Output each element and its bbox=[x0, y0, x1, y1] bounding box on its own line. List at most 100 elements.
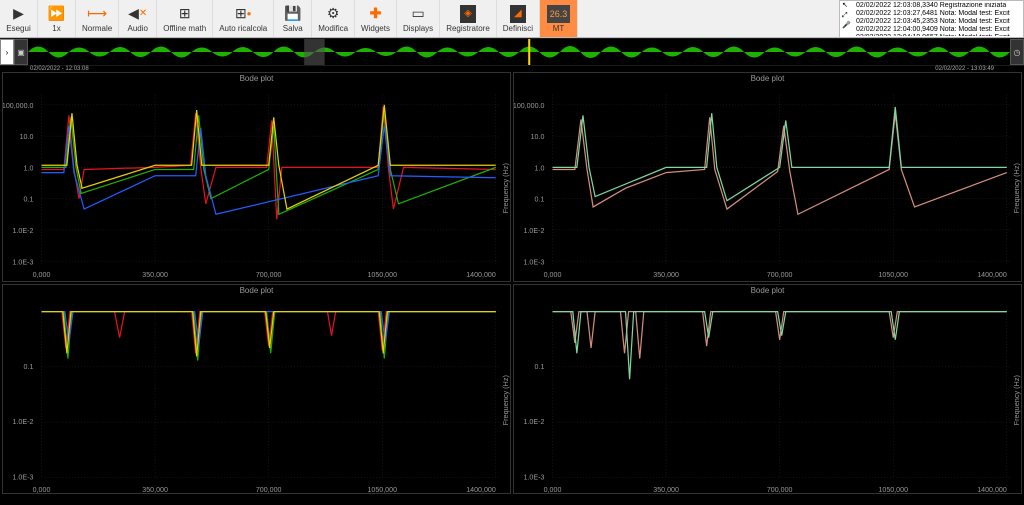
timeline-left-button[interactable]: › bbox=[0, 39, 14, 65]
log-line: 02/02/2022 12:03:08,3340 Registrazione i… bbox=[856, 2, 1021, 10]
gear2-icon: ⚙ bbox=[327, 5, 340, 23]
mic-icon: 🎤 bbox=[842, 22, 856, 30]
log-line: 02/02/2022 12:03:27,6481 Nota: Modal tes… bbox=[856, 10, 1021, 18]
recorder-label: Registratore bbox=[446, 24, 490, 33]
expand-icon: ⤢ bbox=[842, 12, 856, 20]
define-icon: ◢ bbox=[510, 5, 526, 23]
svg-text:1400,000: 1400,000 bbox=[977, 485, 1007, 494]
timeline-row: › ▣ ◷ bbox=[0, 38, 1024, 66]
svg-text:Frequency (Hz): Frequency (Hz) bbox=[1012, 375, 1021, 425]
normal-label: Normale bbox=[82, 24, 112, 33]
svg-text:Frequency (Hz): Frequency (Hz) bbox=[1012, 163, 1021, 213]
event-log-panel: ↖ ⤢ 🎤 02/02/2022 12:03:08,3340 Registraz… bbox=[839, 0, 1024, 38]
save-icon: 💾 bbox=[284, 5, 301, 23]
svg-text:700,000: 700,000 bbox=[767, 270, 793, 279]
svg-text:Frequency (Hz): Frequency (Hz) bbox=[501, 375, 510, 425]
recorder-button[interactable]: ◈ Registratore bbox=[440, 0, 497, 37]
fastforward-icon: ⏩ bbox=[48, 5, 65, 23]
bode-plot-bottom-left[interactable]: Bode plot 0.1 1.0E-2 1.0E-3 0,000 3 bbox=[2, 284, 511, 494]
svg-text:100,000.0: 100,000.0 bbox=[3, 101, 33, 110]
offline-math-button[interactable]: ⊞ Offline math bbox=[157, 0, 213, 37]
svg-text:0.1: 0.1 bbox=[24, 362, 34, 371]
cursor-icon: ↖ bbox=[842, 2, 856, 10]
svg-text:1.0E-2: 1.0E-2 bbox=[13, 417, 34, 426]
audio-button[interactable]: ◀✕ Audio bbox=[119, 0, 157, 37]
normal-button[interactable]: ⟼ Normale bbox=[76, 0, 119, 37]
save-label: Salva bbox=[283, 24, 303, 33]
gear-icon: ⊞● bbox=[235, 5, 252, 23]
svg-text:1.0E-2: 1.0E-2 bbox=[524, 226, 545, 235]
svg-text:0,000: 0,000 bbox=[33, 485, 51, 494]
bode-plot-top-right[interactable]: Bode plot 100,000.0 10.0 1.0 0.1 1.0E- bbox=[513, 72, 1022, 282]
svg-text:1050,000: 1050,000 bbox=[878, 270, 908, 279]
svg-text:100,000.0: 100,000.0 bbox=[514, 101, 544, 110]
define-button[interactable]: ◢ Definisci bbox=[497, 0, 540, 37]
auto-recalc-button[interactable]: ⊞● Auto ricalcola bbox=[213, 0, 274, 37]
svg-text:700,000: 700,000 bbox=[767, 485, 793, 494]
timeline-waveform[interactable] bbox=[28, 39, 1010, 65]
mute-icon: ◀✕ bbox=[128, 5, 147, 23]
recorder-icon: ◈ bbox=[460, 5, 476, 23]
svg-text:1400,000: 1400,000 bbox=[466, 485, 496, 494]
edit-label: Modifica bbox=[318, 24, 348, 33]
save-button[interactable]: 💾 Salva bbox=[274, 0, 312, 37]
svg-text:1.0E-2: 1.0E-2 bbox=[13, 226, 34, 235]
svg-text:1.0E-3: 1.0E-3 bbox=[524, 472, 545, 481]
bode-plot-top-left[interactable]: Bode plot 100,000.0 10.0 bbox=[2, 72, 511, 282]
plot-title: Bode plot bbox=[3, 73, 510, 84]
displays-label: Displays bbox=[403, 24, 433, 33]
svg-text:1400,000: 1400,000 bbox=[466, 270, 496, 279]
mt-label: MT bbox=[553, 24, 565, 33]
log-text-col: 02/02/2022 12:03:08,3340 Registrazione i… bbox=[856, 2, 1021, 36]
log-line: 02/02/2022 12:04:00,9409 Nota: Modal tes… bbox=[856, 26, 1021, 34]
speed-button[interactable]: ⏩ 1x bbox=[38, 0, 76, 37]
svg-text:1050,000: 1050,000 bbox=[367, 270, 397, 279]
grid-icon: ⊞ bbox=[179, 5, 191, 23]
grid bbox=[42, 94, 500, 266]
svg-text:1.0: 1.0 bbox=[24, 163, 34, 172]
svg-text:10.0: 10.0 bbox=[20, 132, 34, 141]
plus-icon: ✚ bbox=[370, 5, 382, 23]
svg-text:350,000: 350,000 bbox=[142, 485, 168, 494]
svg-text:0,000: 0,000 bbox=[544, 485, 562, 494]
svg-text:0.1: 0.1 bbox=[535, 362, 545, 371]
svg-text:0,000: 0,000 bbox=[544, 270, 562, 279]
audio-label: Audio bbox=[128, 24, 148, 33]
svg-text:Frequency (Hz): Frequency (Hz) bbox=[501, 163, 510, 213]
log-icons-col: ↖ ⤢ 🎤 bbox=[842, 2, 856, 36]
run-label: Esegui bbox=[6, 24, 30, 33]
svg-text:1.0E-3: 1.0E-3 bbox=[524, 257, 545, 266]
svg-text:1.0E-3: 1.0E-3 bbox=[13, 472, 34, 481]
timeline-camera-button[interactable]: ▣ bbox=[14, 39, 28, 65]
svg-text:350,000: 350,000 bbox=[653, 270, 679, 279]
widgets-button[interactable]: ✚ Widgets bbox=[355, 0, 397, 37]
svg-text:10.0: 10.0 bbox=[531, 132, 545, 141]
svg-text:1050,000: 1050,000 bbox=[367, 485, 397, 494]
auto-recalc-label: Auto ricalcola bbox=[219, 24, 267, 33]
svg-text:700,000: 700,000 bbox=[256, 270, 282, 279]
plot-title: Bode plot bbox=[3, 285, 510, 296]
svg-text:0,000: 0,000 bbox=[33, 270, 51, 279]
speed-label: 1x bbox=[52, 24, 60, 33]
edit-button[interactable]: ⚙ Modifica bbox=[312, 0, 355, 37]
bode-plot-bottom-right[interactable]: Bode plot 0.1 1.0E-2 1.0E-3 0,000 350,00… bbox=[513, 284, 1022, 494]
plot-title: Bode plot bbox=[514, 73, 1021, 84]
displays-button[interactable]: ▭ Displays bbox=[397, 0, 440, 37]
displays-icon: ▭ bbox=[411, 5, 424, 23]
svg-text:1.0E-2: 1.0E-2 bbox=[524, 417, 545, 426]
mt-button[interactable]: 26.3 MT bbox=[540, 0, 578, 37]
offline-math-label: Offline math bbox=[163, 24, 206, 33]
svg-text:700,000: 700,000 bbox=[256, 485, 282, 494]
svg-text:350,000: 350,000 bbox=[142, 270, 168, 279]
define-label: Definisci bbox=[503, 24, 533, 33]
svg-text:350,000: 350,000 bbox=[653, 485, 679, 494]
arrow-icon: ⟼ bbox=[87, 5, 107, 23]
timeline-clock-button[interactable]: ◷ bbox=[1010, 39, 1024, 65]
log-line: 02/02/2022 12:03:45,2353 Nota: Modal tes… bbox=[856, 18, 1021, 26]
plot-grid: Bode plot 100,000.0 10.0 bbox=[0, 72, 1024, 501]
run-button[interactable]: ▶ Esegui bbox=[0, 0, 38, 37]
svg-text:1400,000: 1400,000 bbox=[977, 270, 1007, 279]
svg-text:1.0: 1.0 bbox=[535, 163, 545, 172]
mt-value-icon: 26.3 bbox=[547, 5, 571, 23]
svg-text:1.0E-3: 1.0E-3 bbox=[13, 257, 34, 266]
